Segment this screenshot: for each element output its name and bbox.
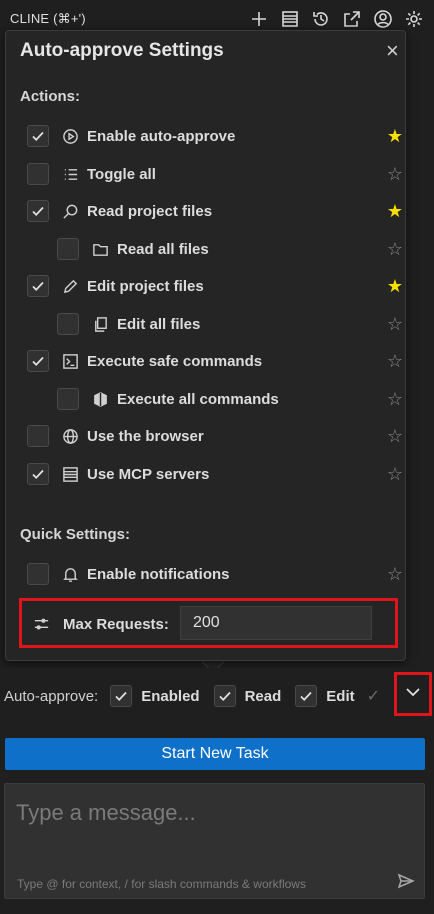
action-execute-safe-commands[interactable]: Execute safe commands — [27, 348, 262, 374]
plus-icon[interactable] — [247, 7, 271, 31]
checkbox[interactable] — [27, 275, 49, 297]
notifications-label: Enable notifications — [87, 565, 230, 583]
action-label: Execute all commands — [117, 390, 279, 408]
auto-approve-settings-popup: Auto-approve Settings × Actions: Enable … — [5, 30, 406, 661]
auto-approve-read[interactable]: Read — [213, 685, 282, 707]
item-label: Enabled — [141, 687, 200, 705]
overflow-check-icon: ✓ — [366, 688, 381, 705]
star-icon[interactable]: ☆ — [386, 427, 404, 445]
action-edit-project-files[interactable]: Edit project files — [27, 273, 204, 299]
checkbox[interactable] — [110, 685, 133, 707]
checkbox[interactable] — [27, 425, 49, 447]
max-requests-row: Max Requests: 200 — [19, 598, 398, 648]
terminal-icon — [60, 351, 80, 371]
action-label: Use the browser — [87, 427, 204, 445]
action-read-all-files[interactable]: Read all files — [57, 236, 209, 262]
star-icon-filled[interactable]: ★ — [386, 277, 404, 295]
action-use-the-browser[interactable]: Use the browser — [27, 423, 204, 449]
action-label: Read all files — [117, 240, 209, 258]
popout-icon[interactable] — [340, 7, 364, 31]
star-icon[interactable]: ☆ — [386, 390, 404, 408]
message-input[interactable]: Type a message... Type @ for context, / … — [4, 783, 425, 899]
pencil-icon — [60, 276, 80, 296]
account-icon[interactable] — [371, 7, 395, 31]
star-icon[interactable]: ☆ — [386, 465, 404, 483]
checkbox[interactable] — [27, 463, 49, 485]
action-label: Edit all files — [117, 315, 201, 333]
cube-icon — [90, 389, 110, 409]
action-label: Edit project files — [87, 277, 204, 295]
auto-approve-edit[interactable]: Edit — [295, 685, 355, 707]
star-icon[interactable]: ☆ — [386, 352, 404, 370]
action-toggle-all[interactable]: Toggle all — [27, 161, 156, 187]
checkbox[interactable] — [27, 350, 49, 372]
auto-approve-bar[interactable]: Auto-approve: Enabled Read Edit ✓ — [0, 668, 434, 724]
list-icon — [60, 164, 80, 184]
quick-settings-heading: Quick Settings: — [20, 526, 131, 543]
close-icon[interactable]: × — [386, 40, 399, 62]
star-icon[interactable]: ☆ — [386, 165, 404, 183]
folder-icon — [90, 239, 110, 259]
copy-icon — [90, 314, 110, 334]
play-circle-icon — [60, 126, 80, 146]
checkbox[interactable] — [27, 563, 49, 585]
expand-auto-approve-button[interactable] — [394, 672, 432, 716]
gear-icon[interactable] — [402, 7, 426, 31]
action-label: Execute safe commands — [87, 352, 263, 370]
action-use-mcp-servers[interactable]: Use MCP servers — [27, 461, 209, 487]
history-icon[interactable] — [309, 7, 333, 31]
action-read-project-files[interactable]: Read project files — [27, 198, 212, 224]
search-icon — [60, 201, 80, 221]
auto-approve-label: Auto-approve: — [4, 687, 99, 705]
action-label: Use MCP servers — [87, 465, 210, 483]
popup-title: Auto-approve Settings — [20, 40, 224, 61]
item-label: Read — [244, 687, 282, 705]
action-label: Read project files — [87, 202, 213, 220]
checkbox[interactable] — [57, 313, 79, 335]
action-label: Toggle all — [87, 165, 156, 183]
toolbar — [247, 7, 426, 31]
actions-heading: Actions: — [20, 88, 80, 105]
bell-icon — [60, 564, 80, 584]
action-execute-all-commands[interactable]: Execute all commands — [57, 386, 279, 412]
star-icon[interactable]: ☆ — [386, 565, 404, 583]
star-icon-filled[interactable]: ★ — [386, 127, 404, 145]
message-placeholder: Type a message... — [16, 800, 196, 825]
checkbox[interactable] — [27, 163, 49, 185]
max-requests-label: Max Requests: — [63, 616, 169, 633]
checkbox[interactable] — [57, 388, 79, 410]
checkbox[interactable] — [57, 238, 79, 260]
sliders-icon — [31, 614, 51, 634]
star-icon-filled[interactable]: ★ — [386, 202, 404, 220]
server-icon[interactable] — [278, 7, 302, 31]
send-icon[interactable] — [396, 871, 416, 891]
item-label: Edit — [326, 687, 355, 705]
action-enable-auto-approve[interactable]: Enable auto-approve — [27, 123, 235, 149]
chevron-down-icon — [404, 683, 422, 706]
server-icon — [60, 464, 80, 484]
app-title: CLINE (⌘+') — [10, 11, 86, 26]
checkbox[interactable] — [27, 200, 49, 222]
enable-notifications-row[interactable]: Enable notifications — [27, 561, 230, 587]
checkbox[interactable] — [27, 125, 49, 147]
action-label: Enable auto-approve — [87, 127, 236, 145]
star-icon[interactable]: ☆ — [386, 240, 404, 258]
checkbox[interactable] — [295, 685, 318, 707]
star-icon[interactable]: ☆ — [386, 315, 404, 333]
auto-approve-enabled[interactable]: Enabled — [110, 685, 200, 707]
action-edit-all-files[interactable]: Edit all files — [57, 311, 200, 337]
checkbox[interactable] — [213, 685, 236, 707]
max-requests-input[interactable]: 200 — [180, 606, 372, 640]
globe-icon — [60, 426, 80, 446]
start-new-task-button[interactable]: Start New Task — [5, 738, 425, 770]
message-hint: Type @ for context, / for slash commands… — [17, 877, 306, 891]
